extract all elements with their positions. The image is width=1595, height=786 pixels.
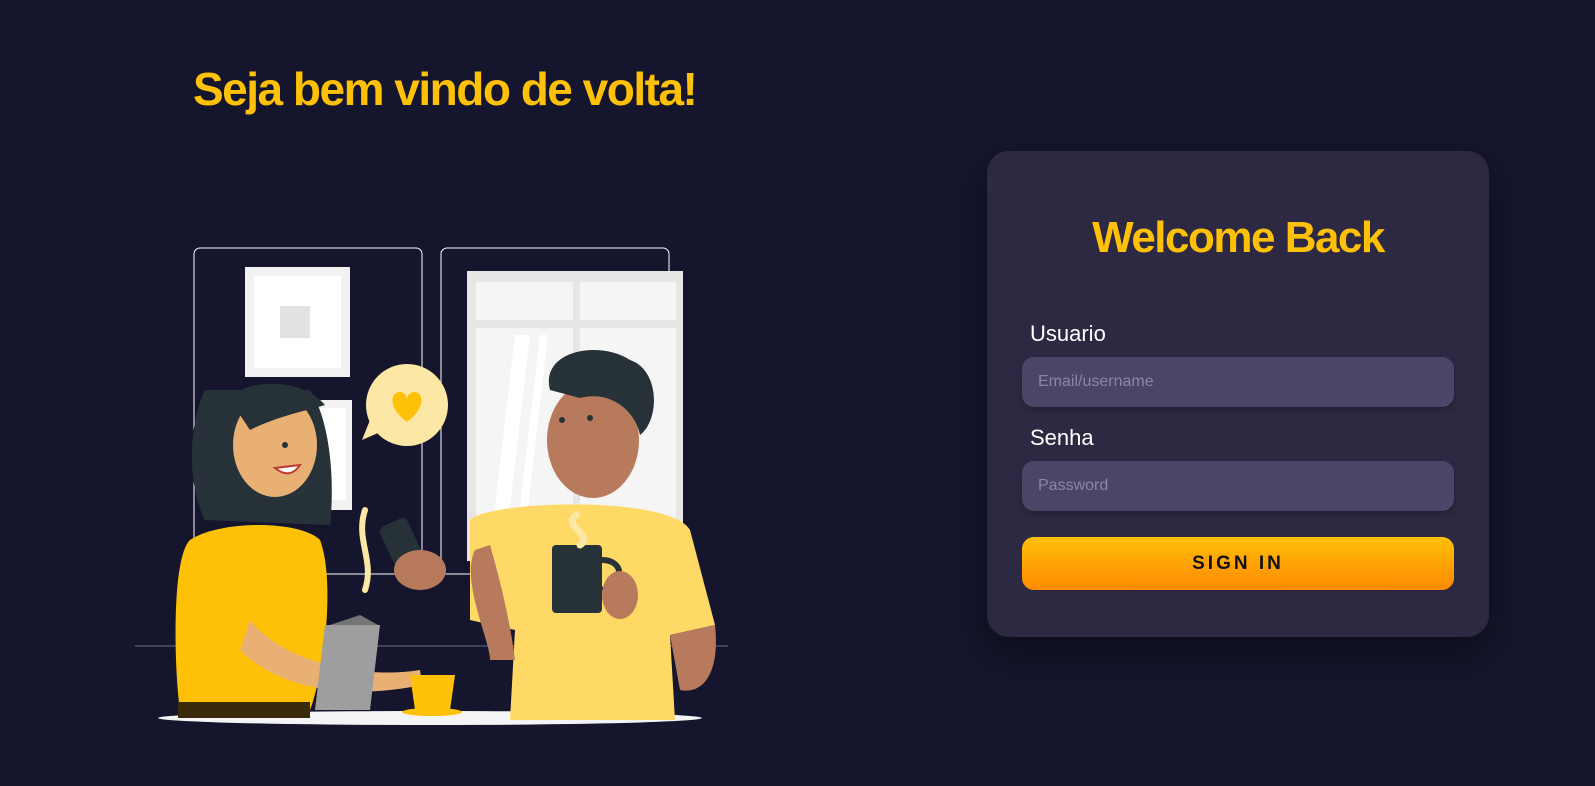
sign-in-button[interactable]: SIGN IN (1022, 537, 1454, 590)
username-input[interactable] (1022, 357, 1454, 407)
page-headline: Seja bem vindo de volta! (193, 63, 698, 115)
username-label: Usuario (1030, 321, 1106, 346)
password-label: Senha (1030, 425, 1094, 450)
login-card: Welcome Back Usuario Senha SIGN IN (987, 151, 1489, 637)
coffee-chat-illustration (135, 247, 728, 725)
card-title: Welcome Back (1092, 213, 1385, 262)
password-input[interactable] (1022, 461, 1454, 511)
